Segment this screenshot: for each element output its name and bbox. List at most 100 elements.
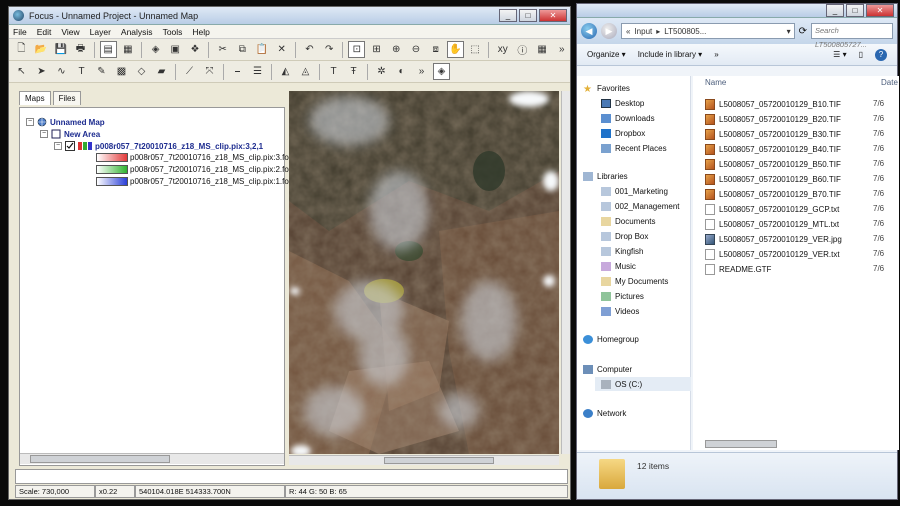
file-list-scroll-thumb[interactable]: [705, 440, 777, 448]
text-color-icon[interactable]: T: [325, 63, 342, 80]
more-commands-button[interactable]: »: [714, 50, 718, 59]
delete-icon[interactable]: ✕: [273, 41, 290, 58]
organize-button[interactable]: Organize ▾: [587, 50, 626, 59]
print-icon[interactable]: 🖶: [72, 41, 89, 58]
layer-visible-checkbox[interactable]: [65, 141, 75, 151]
layout-icon[interactable]: ▦: [120, 41, 137, 58]
menu-tools[interactable]: Tools: [163, 27, 183, 37]
cut-icon[interactable]: ✂: [214, 41, 231, 58]
line-icon[interactable]: ∿: [53, 63, 70, 80]
preview-pane-icon[interactable]: ▯: [859, 50, 863, 59]
column-header-date[interactable]: Date: [881, 78, 898, 87]
file-row[interactable]: L5008057_05720010129_B50.TIF: [705, 159, 841, 170]
nav-item-recent-places[interactable]: Recent Places: [601, 144, 667, 153]
zoom-window-icon[interactable]: ⧈: [427, 41, 444, 58]
font-icon[interactable]: Ŧ: [345, 63, 362, 80]
pointer-icon[interactable]: ↖: [13, 63, 30, 80]
back-arrow-icon[interactable]: ◀: [581, 23, 597, 39]
nav-item-library[interactable]: Music: [601, 262, 636, 271]
nav-item-network[interactable]: Network: [583, 409, 626, 418]
transparency-icon[interactable]: ◐: [393, 63, 410, 80]
nav-item-library[interactable]: Videos: [601, 307, 639, 316]
nav-item-os-drive[interactable]: OS (C:): [595, 377, 691, 391]
scroll-thumb[interactable]: [384, 457, 494, 464]
map-view-icon[interactable]: ▤: [99, 41, 117, 58]
maximize-button[interactable]: □: [846, 4, 864, 17]
layers-icon[interactable]: ◈: [433, 63, 450, 80]
close-button[interactable]: ✕: [866, 4, 894, 17]
tree-channel-blue[interactable]: p008r057_7t20010716_z18_MS_clip.pix:1.fo…: [96, 177, 293, 186]
tab-maps[interactable]: Maps: [19, 91, 51, 105]
nav-item-library[interactable]: Kingfish: [601, 247, 643, 256]
table-icon[interactable]: ▣: [167, 41, 184, 58]
include-in-library-button[interactable]: Include in library ▾: [638, 50, 703, 59]
save-icon[interactable]: 💾: [52, 41, 69, 58]
zoom-out-icon[interactable]: ⊖: [408, 41, 425, 58]
tab-files[interactable]: Files: [52, 91, 82, 105]
toolbar-overflow-icon[interactable]: »: [413, 63, 430, 80]
file-row[interactable]: L5008057_05720010129_GCP.txt: [705, 204, 839, 215]
brush-icon[interactable]: ✎: [93, 63, 110, 80]
line-color-icon[interactable]: ⎯: [229, 63, 246, 80]
toolbar-overflow-icon[interactable]: »: [553, 41, 570, 58]
breadcrumb-current[interactable]: LT500805...: [664, 27, 706, 36]
nav-item-downloads[interactable]: Downloads: [601, 114, 655, 123]
file-row[interactable]: L5008057_05720010129_B30.TIF: [705, 129, 841, 140]
zoom-readout[interactable]: x0.22: [95, 485, 135, 498]
pattern-icon[interactable]: ◬: [297, 63, 314, 80]
collapse-icon[interactable]: −: [26, 118, 34, 126]
nav-item-library[interactable]: My Documents: [601, 277, 668, 286]
zoom-in-icon[interactable]: ⊕: [388, 41, 405, 58]
new-file-icon[interactable]: 🗋: [13, 41, 30, 58]
info-icon[interactable]: ⓘ: [514, 41, 531, 58]
map-horizontal-scrollbar[interactable]: [289, 455, 559, 465]
nav-item-library[interactable]: Documents: [601, 217, 655, 226]
zoom-extent-icon[interactable]: ⊡: [348, 41, 366, 58]
breadcrumb-input[interactable]: Input: [634, 27, 652, 36]
new-layer-icon[interactable]: ◈: [147, 41, 164, 58]
file-row[interactable]: L5008057_05720010129_MTL.txt: [705, 219, 839, 230]
favorites-header[interactable]: ★ Favorites: [583, 84, 630, 95]
collapse-icon[interactable]: −: [54, 142, 62, 150]
stack-icon[interactable]: ❖: [187, 41, 204, 58]
copy-icon[interactable]: ⧉: [234, 41, 251, 58]
menu-view[interactable]: View: [61, 27, 79, 37]
nav-item-dropbox[interactable]: Dropbox: [601, 129, 645, 138]
open-folder-icon[interactable]: 📂: [33, 41, 50, 58]
file-row[interactable]: L5008057_05720010129_VER.jpg: [705, 234, 842, 245]
tree-channel-green[interactable]: p008r057_7t20010716_z18_MS_clip.pix:2.fo…: [96, 165, 293, 174]
column-header-name[interactable]: Name: [705, 78, 726, 87]
menu-file[interactable]: File: [13, 27, 27, 37]
nav-item-library[interactable]: 002_Management: [601, 202, 680, 211]
help-icon[interactable]: ?: [875, 48, 887, 61]
redo-icon[interactable]: ↷: [321, 41, 338, 58]
minimize-button[interactable]: _: [826, 4, 844, 17]
explorer-titlebar[interactable]: _ □ ✕: [577, 4, 897, 18]
maximize-button[interactable]: □: [519, 9, 537, 22]
nav-item-desktop[interactable]: Desktop: [601, 99, 644, 108]
chart-icon[interactable]: ⟋: [181, 63, 198, 80]
undo-icon[interactable]: ↶: [301, 41, 318, 58]
fill-color-icon[interactable]: ◭: [277, 63, 294, 80]
collapse-icon[interactable]: −: [40, 130, 48, 138]
tree-node-area[interactable]: − New Area: [40, 129, 100, 139]
minimize-button[interactable]: _: [499, 9, 517, 22]
select-icon[interactable]: ➤: [33, 63, 50, 80]
computer-header[interactable]: Computer: [583, 365, 632, 374]
close-button[interactable]: ✕: [539, 9, 567, 22]
xy-icon[interactable]: xy: [494, 41, 511, 58]
nav-item-library[interactable]: Drop Box: [601, 232, 648, 241]
focus-titlebar[interactable]: Focus - Unnamed Project - Unnamed Map _ …: [9, 7, 570, 25]
symbol-icon[interactable]: ✲: [373, 63, 390, 80]
file-row[interactable]: L5008057_05720010129_B10.TIF: [705, 99, 841, 110]
address-dropdown-icon[interactable]: ▾: [787, 27, 791, 36]
line-style-icon[interactable]: ☰: [249, 63, 266, 80]
libraries-header[interactable]: Libraries: [583, 172, 628, 181]
pan-hand-icon[interactable]: ✋: [446, 41, 464, 58]
raster-edit-icon[interactable]: ▩: [113, 63, 130, 80]
search-input[interactable]: Search LT500805727...: [811, 23, 893, 49]
tree-channel-red[interactable]: p008r057_7t20010716_z18_MS_clip.pix:3.fo…: [96, 153, 293, 162]
menu-analysis[interactable]: Analysis: [121, 27, 153, 37]
nav-item-homegroup[interactable]: Homegroup: [583, 335, 639, 344]
reshape-icon[interactable]: ⤧: [201, 63, 218, 80]
